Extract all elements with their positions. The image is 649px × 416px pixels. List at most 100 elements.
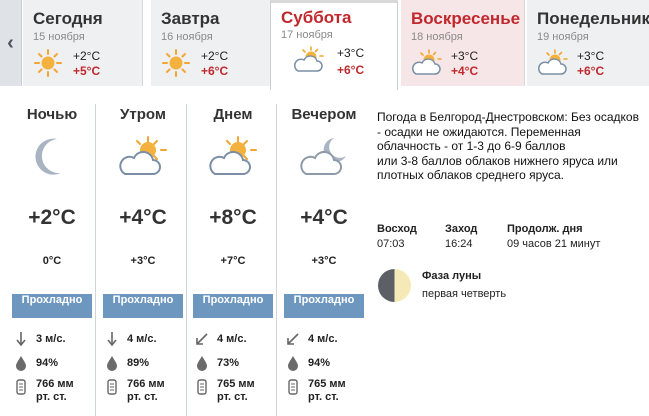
wind-speed: 4 м/с. [308,332,338,345]
drop-icon [197,356,207,371]
daypart-label: Вечером [291,106,357,123]
pressure-number: 765 мм [308,378,346,390]
pressure-value: 765 мм рт. ст. [217,378,255,404]
wind-row: 3 м/с. [12,330,66,348]
sunrise-time: 07:03 [377,238,405,250]
wind-row: 4 м/с. [193,330,247,348]
divider [186,104,187,416]
drop-icon [107,356,117,371]
tab-night-temp: +3°C [451,49,479,63]
sun-icon [162,49,190,77]
daypart-feels-like: 0°C [42,255,62,267]
sun-icon [34,49,62,77]
tab-night-temp: +3°C [577,49,605,63]
tab-monday[interactable]: Понедельник 19 ноября +3°C +6°C [527,0,649,86]
barometer-icon [16,379,26,395]
tab-tomorrow[interactable]: Завтра 16 ноября +2°C +6°C [151,0,271,86]
daypart-label: Утром [120,106,166,123]
tab-date: 18 ноября [411,31,463,43]
tab-name: Суббота [281,8,352,27]
pressure-unit: рт. ст. [308,391,339,403]
drop-icon [288,356,298,371]
moon-phase-block: Фаза луны первая четверть [377,268,577,304]
daypart-temperature: +2°C [28,206,76,229]
pressure-number: 766 мм [127,378,165,390]
tab-date: 17 ноября [281,29,333,41]
tab-night-temp: +2°C [73,49,101,63]
humidity-value: 89% [127,356,150,369]
wind-row: 4 м/с. [103,330,157,348]
tab-day-temp: +6°C [201,64,229,78]
tab-date: 15 ноября [33,31,85,43]
pressure-unit: рт. ст. [36,391,67,403]
tab-date: 16 ноября [161,31,213,43]
partly-cloudy-icon [119,136,167,175]
daypart-feels-like: +7°C [220,255,246,267]
partly-cloudy-icon [209,136,257,175]
feels-badge: Прохладно [193,294,273,318]
tab-name: Сегодня [33,9,103,28]
day-tabs: ‹ Сегодня 15 ноября +2°C +5°C Завтра 16 … [0,0,649,90]
sunset-label: Заход [445,223,478,235]
partly-cloudy-icon [294,46,324,72]
barometer-icon [107,379,117,395]
feels-badge: Прохладно [284,294,364,318]
tab-day-temp: +5°C [73,64,101,78]
tab-day-temp: +6°C [337,63,365,77]
humidity-value: 94% [308,356,331,369]
pressure-row: 766 мм рт. ст. [103,378,165,410]
wind-arrow-icon [196,333,208,345]
wind-speed: 4 м/с. [127,332,157,345]
pressure-value: 766 мм рт. ст. [127,378,165,404]
moon-icon [35,138,61,175]
tab-saturday[interactable]: Суббота 17 ноября +3°C +6°C [270,0,398,90]
tab-day-temp: +4°C [451,64,479,78]
sunset: Заход 16:24 [445,223,477,250]
daypart-morning: Утром +4°C +3°C Прохладно 4 м/с. 89% 766… [103,100,193,416]
daypart-feels-like: +3°C [130,255,156,267]
tab-name: Завтра [161,9,220,28]
divider [276,104,277,416]
daypart-temperature: +8°C [209,206,257,229]
sunrise-label: Восход [377,223,417,235]
partly-cloudy-icon [538,49,568,75]
pressure-number: 766 мм [36,378,74,390]
partly-cloudy-icon [412,49,442,75]
pressure-unit: рт. ст. [217,391,248,403]
pressure-value: 765 мм рт. ст. [308,378,346,404]
wind-arrow-icon [107,332,117,347]
sunrise: Восход 07:03 [377,223,417,250]
tab-sunday[interactable]: Воскресенье 18 ноября +3°C +4°C [401,0,525,86]
tab-name: Воскресенье [411,9,521,28]
daypart-temperature: +4°C [300,206,348,229]
humidity-value: 73% [217,356,240,369]
wind-speed: 4 м/с. [217,332,247,345]
moon-phase-icon [378,269,411,302]
pressure-row: 766 мм рт. ст. [12,378,74,410]
humidity-row: 89% [103,354,149,372]
tab-today[interactable]: Сегодня 15 ноября +2°C +5°C [23,0,143,86]
daypart-temperature: +4°C [119,206,167,229]
drop-icon [16,356,26,371]
humidity-row: 94% [284,354,330,372]
moon-phase-title: Фаза луны [422,270,482,282]
wind-speed: 3 м/с. [36,332,66,345]
tab-night-temp: +2°C [201,49,229,63]
tab-night-temp: +3°C [337,46,365,60]
humidity-value: 94% [36,356,59,369]
cloudy-moon-icon [300,138,346,175]
barometer-icon [288,379,298,395]
pressure-unit: рт. ст. [127,391,158,403]
daypart-label: Днем [213,106,253,123]
sunset-time: 16:24 [445,238,473,250]
daypart-feels-like: +3°C [311,255,337,267]
divider [95,104,96,416]
day-length-value: 09 часов 21 минут [507,238,601,250]
feels-badge: Прохладно [12,294,92,318]
prev-days-button[interactable]: ‹ [0,0,22,86]
day-length: Продолж. дня 09 часов 21 минут [507,223,600,250]
tab-name: Понедельник [537,9,649,28]
pressure-number: 765 мм [217,378,255,390]
pressure-row: 765 мм рт. ст. [193,378,255,410]
weather-description: Погода в Белгород-Днестровском: Без осад… [377,110,639,183]
